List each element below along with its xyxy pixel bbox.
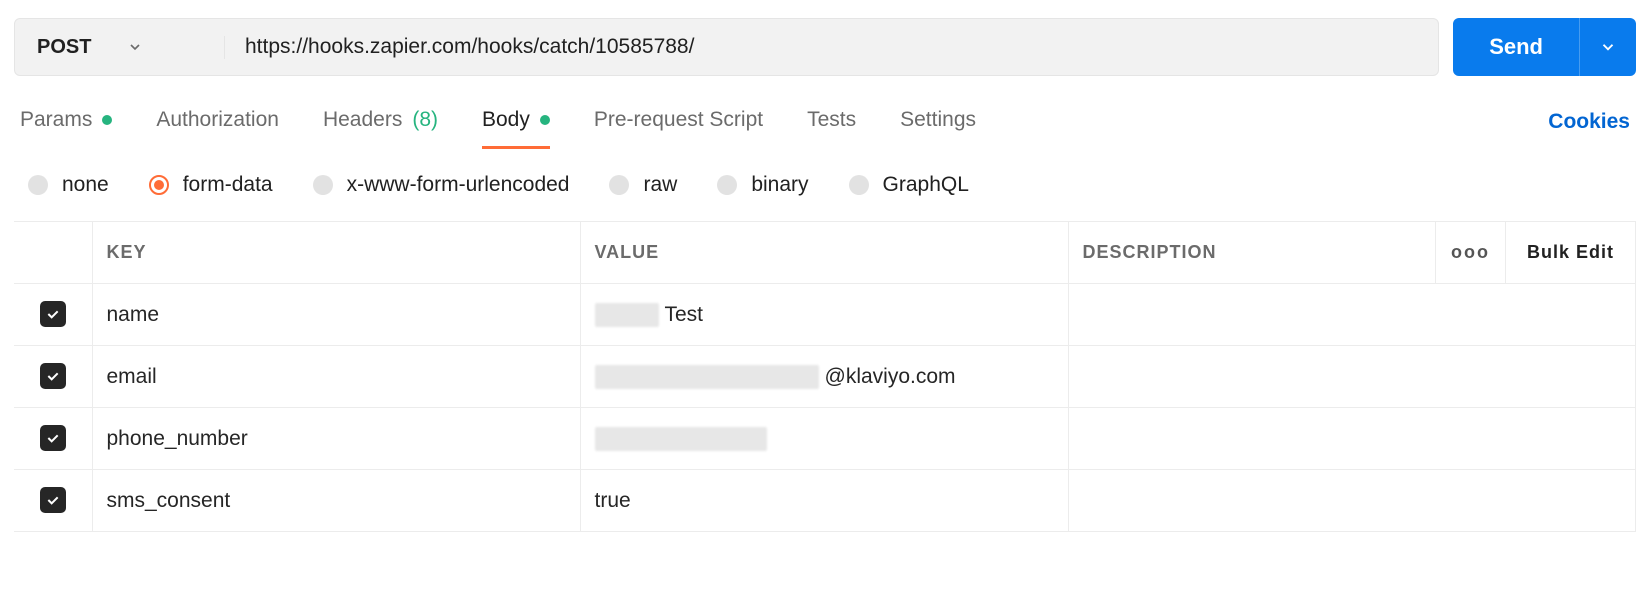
url-input[interactable]: [225, 35, 1438, 59]
tab-settings[interactable]: Settings: [900, 108, 976, 149]
row-checkbox[interactable]: [40, 363, 66, 389]
radio-icon: [609, 175, 629, 195]
redacted-icon: [595, 427, 767, 451]
description-cell[interactable]: [1068, 284, 1636, 346]
redacted-icon: [595, 303, 659, 327]
radio-none[interactable]: none: [28, 173, 109, 197]
check-icon: [45, 306, 61, 322]
tab-headers[interactable]: Headers (8): [323, 108, 438, 149]
check-icon: [45, 368, 61, 384]
col-check: [14, 222, 92, 284]
value-cell[interactable]: true: [580, 470, 1068, 532]
key-cell[interactable]: sms_consent: [92, 470, 580, 532]
description-cell[interactable]: [1068, 470, 1636, 532]
key-cell[interactable]: phone_number: [92, 408, 580, 470]
radio-icon: [313, 175, 333, 195]
value-text: Test: [665, 303, 704, 327]
radio-icon: [28, 175, 48, 195]
value-cell[interactable]: @klaviyo.com: [580, 346, 1068, 408]
table-row: sms_consent true: [14, 470, 1636, 532]
radio-raw[interactable]: raw: [609, 173, 677, 197]
tab-params[interactable]: Params: [20, 108, 112, 149]
description-cell[interactable]: [1068, 346, 1636, 408]
table-body: name Test email @klaviyo.com phone_numbersms…: [14, 284, 1636, 532]
col-description-header: DESCRIPTION: [1068, 222, 1436, 284]
row-checkbox-cell: [14, 470, 92, 532]
col-key-header: KEY: [92, 222, 580, 284]
radio-x-www[interactable]: x-www-form-urlencoded: [313, 173, 570, 197]
radio-binary[interactable]: binary: [717, 173, 808, 197]
tab-body[interactable]: Body: [482, 108, 550, 149]
col-value-header: VALUE: [580, 222, 1068, 284]
column-options-button[interactable]: ooo: [1436, 222, 1506, 284]
key-cell[interactable]: email: [92, 346, 580, 408]
check-icon: [45, 430, 61, 446]
form-data-table: KEY VALUE DESCRIPTION ooo Bulk Edit name…: [14, 221, 1636, 532]
tab-authorization[interactable]: Authorization: [156, 108, 279, 149]
row-checkbox-cell: [14, 408, 92, 470]
row-checkbox[interactable]: [40, 301, 66, 327]
table-row: email @klaviyo.com: [14, 346, 1636, 408]
method-label: POST: [37, 36, 91, 59]
chevron-down-icon: [1599, 38, 1617, 56]
radio-icon: [717, 175, 737, 195]
dot-indicator-icon: [540, 115, 550, 125]
row-checkbox-cell: [14, 284, 92, 346]
method-select[interactable]: POST: [15, 36, 225, 59]
tab-pre-request[interactable]: Pre-request Script: [594, 108, 763, 149]
row-checkbox-cell: [14, 346, 92, 408]
radio-icon: [849, 175, 869, 195]
description-cell[interactable]: [1068, 408, 1636, 470]
send-more-button[interactable]: [1580, 18, 1636, 76]
cookies-link[interactable]: Cookies: [1548, 110, 1630, 148]
value-text: true: [595, 489, 631, 513]
key-cell[interactable]: name: [92, 284, 580, 346]
check-icon: [45, 492, 61, 508]
dot-indicator-icon: [102, 115, 112, 125]
send-button[interactable]: Send: [1453, 18, 1580, 76]
row-checkbox[interactable]: [40, 487, 66, 513]
value-cell[interactable]: [580, 408, 1068, 470]
method-url-bar: POST: [14, 18, 1439, 76]
chevron-down-icon: [127, 39, 143, 55]
bulk-edit-button[interactable]: Bulk Edit: [1506, 222, 1636, 284]
redacted-icon: [595, 365, 819, 389]
body-type-row: none form-data x-www-form-urlencoded raw…: [14, 149, 1636, 221]
tabs: Params Authorization Headers (8) Body Pr…: [14, 108, 1636, 149]
row-checkbox[interactable]: [40, 425, 66, 451]
radio-icon: [149, 175, 169, 195]
request-row: POST Send: [14, 18, 1636, 76]
radio-graphql[interactable]: GraphQL: [849, 173, 969, 197]
table-row: phone_number: [14, 408, 1636, 470]
send-group: Send: [1453, 18, 1636, 76]
radio-form-data[interactable]: form-data: [149, 173, 273, 197]
value-text: @klaviyo.com: [825, 365, 956, 389]
value-cell[interactable]: Test: [580, 284, 1068, 346]
table-row: name Test: [14, 284, 1636, 346]
tab-tests[interactable]: Tests: [807, 108, 856, 149]
